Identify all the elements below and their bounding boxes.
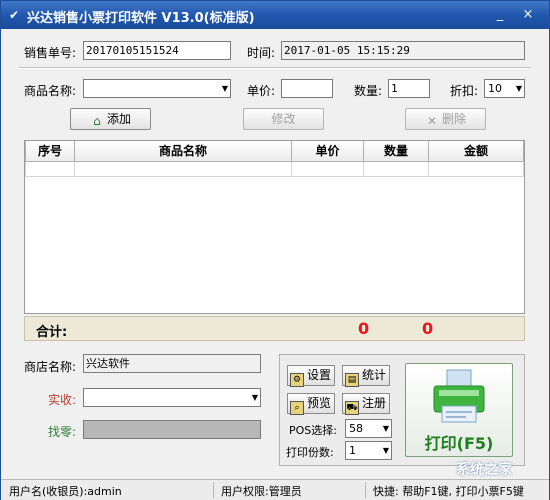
- chevron-down-icon: ▼: [251, 393, 258, 402]
- edit-button-label: 修改: [271, 112, 296, 126]
- table-header-row: 序号 商品名称 单价 数量 金额: [25, 141, 524, 162]
- x-icon: ✕: [426, 114, 438, 128]
- time-label: 时间:: [247, 46, 276, 60]
- title-bar: ✔ 兴达销售小票打印软件 V13.0(标准版) _ ×: [1, 1, 549, 29]
- table-row[interactable]: [25, 160, 524, 177]
- col-header-index[interactable]: 序号: [25, 141, 75, 162]
- copies-value: 1: [349, 444, 356, 457]
- col-header-amount[interactable]: 金额: [428, 141, 524, 162]
- qty-label: 数量:: [354, 84, 383, 98]
- add-button-label: 添加: [106, 112, 131, 126]
- stats-label: 统计: [362, 368, 387, 382]
- main-window: ✔ 兴达销售小票打印软件 V13.0(标准版) _ × 销售单号: 201701…: [0, 0, 550, 500]
- register-button[interactable]: ⛟ 注册: [342, 393, 390, 415]
- settings-icon: ⚙: [290, 373, 304, 387]
- status-user: 用户名(收银员):admin: [9, 485, 122, 498]
- chevron-down-icon: ▼: [382, 424, 389, 433]
- received-label: 实收:: [48, 393, 77, 407]
- preview-button[interactable]: ⌕ 预览: [287, 393, 335, 415]
- print-label: 打印(F5): [424, 434, 494, 453]
- change-label: 找零:: [48, 425, 77, 439]
- settings-label: 设置: [307, 368, 332, 382]
- table-cell: [428, 160, 524, 177]
- table-cell: [25, 160, 75, 177]
- product-name-label: 商品名称:: [24, 84, 77, 98]
- pos-select[interactable]: 58 ▼: [345, 419, 392, 438]
- edit-button[interactable]: 修改: [243, 108, 324, 130]
- table-cell: [74, 160, 292, 177]
- settings-button[interactable]: ⚙ 设置: [287, 365, 335, 387]
- chevron-down-icon: ▼: [515, 84, 522, 93]
- table-cell: [291, 160, 364, 177]
- time-field[interactable]: 2017-01-05 15:15:29: [281, 41, 525, 60]
- col-header-qty[interactable]: 数量: [363, 141, 429, 162]
- col-header-price[interactable]: 单价: [291, 141, 364, 162]
- app-icon: ✔: [8, 8, 20, 22]
- watermark-text: 系统之家: [456, 462, 512, 478]
- add-button[interactable]: ⌂ 添加: [70, 108, 151, 130]
- store-name-label: 商店名称:: [24, 360, 77, 374]
- window-title: 兴达销售小票打印软件 V13.0(标准版): [27, 11, 255, 26]
- home-icon: ⌂: [93, 114, 101, 128]
- qty-field[interactable]: 1: [388, 79, 430, 98]
- discount-value: 10: [488, 82, 502, 95]
- total-amount: 0: [422, 319, 434, 338]
- minimize-button[interactable]: _: [489, 5, 511, 25]
- copies-select[interactable]: 1 ▼: [345, 441, 392, 460]
- table-cell: [363, 160, 429, 177]
- order-no-field[interactable]: 20170105151524: [83, 41, 231, 60]
- discount-select[interactable]: 10 ▼: [484, 79, 525, 98]
- total-label: 合计:: [36, 325, 68, 340]
- preview-icon: ⌕: [290, 401, 304, 415]
- delete-button[interactable]: ✕ 删除: [405, 108, 486, 130]
- stats-icon: ▤: [345, 373, 359, 387]
- status-role: 用户权限:管理员: [221, 485, 302, 498]
- pos-label: POS选择:: [289, 424, 337, 437]
- stats-button[interactable]: ▤ 统计: [342, 365, 390, 387]
- status-divider: [213, 482, 214, 498]
- register-icon: ⛟: [345, 401, 359, 415]
- product-name-select[interactable]: ▼: [83, 79, 231, 98]
- copies-label: 打印份数:: [286, 446, 334, 459]
- discount-label: 折扣:: [450, 84, 479, 98]
- close-button[interactable]: ×: [517, 5, 539, 25]
- totals-bar: 合计: 0 0: [24, 316, 525, 341]
- chevron-down-icon: ▼: [382, 446, 389, 455]
- delete-button-label: 删除: [441, 112, 466, 126]
- status-bar: 用户名(收银员):admin 用户权限:管理员 快捷: 帮助F1键, 打印小票F…: [1, 479, 549, 500]
- total-quantity: 0: [358, 319, 370, 338]
- col-header-name[interactable]: 商品名称: [74, 141, 292, 162]
- status-divider: [365, 482, 366, 498]
- price-field[interactable]: [281, 79, 333, 98]
- received-select[interactable]: ▼: [83, 388, 261, 407]
- print-button[interactable]: 打印(F5): [405, 363, 513, 457]
- status-shortcut: 快捷: 帮助F1键, 打印小票F5键: [373, 485, 524, 498]
- preview-label: 预览: [307, 396, 332, 410]
- price-label: 单价:: [247, 84, 276, 98]
- store-name-field[interactable]: 兴达软件: [83, 354, 261, 373]
- printer-icon: [433, 369, 485, 423]
- change-field[interactable]: [83, 420, 261, 439]
- register-label: 注册: [362, 396, 387, 410]
- separator-highlight: [19, 68, 531, 69]
- pos-value: 58: [349, 422, 363, 435]
- order-no-label: 销售单号:: [24, 46, 77, 60]
- items-table[interactable]: 序号 商品名称 单价 数量 金额: [24, 140, 525, 314]
- chevron-down-icon: ▼: [221, 84, 228, 93]
